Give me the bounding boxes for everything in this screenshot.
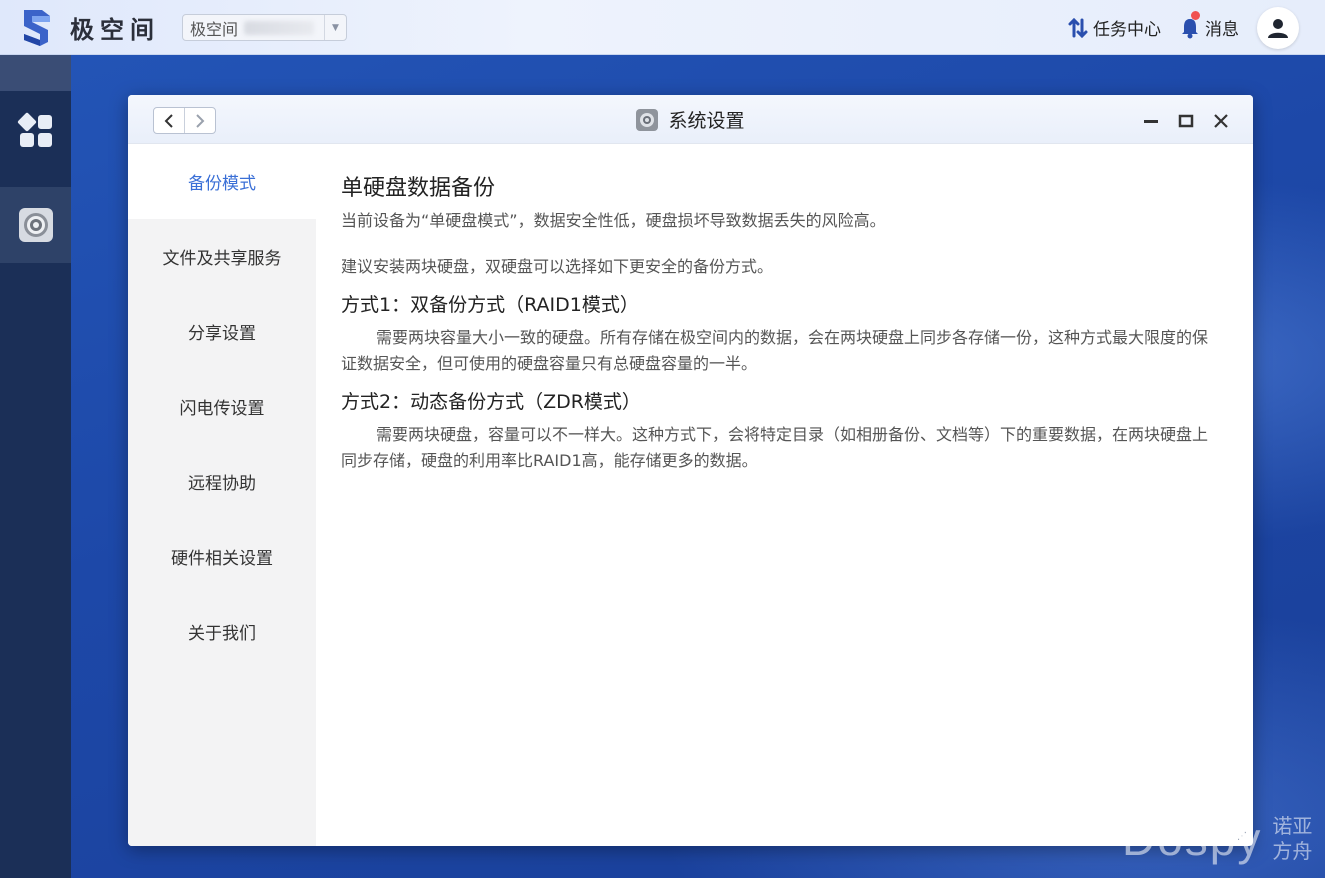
mode1-description: 需要两块容量大小一致的硬盘。所有存储在极空间内的数据，会在两块硬盘上同步各存储一… xyxy=(341,328,1209,373)
close-button[interactable] xyxy=(1209,109,1233,133)
sidebar-item-about[interactable]: 关于我们 xyxy=(128,594,316,669)
mode2-title: 方式2：动态备份方式（ZDR模式） xyxy=(341,391,641,413)
watermark-latin: Dospy xyxy=(1122,813,1263,865)
user-icon xyxy=(1268,18,1288,38)
brand-name: 极空间 xyxy=(70,16,160,44)
chevron-right-icon xyxy=(196,113,205,128)
window-header: 系统设置 xyxy=(128,95,1253,144)
sidebar-item-lightning-transfer[interactable]: 闪电传设置 xyxy=(128,369,316,444)
avatar[interactable] xyxy=(1257,6,1299,49)
transfer-arrows-icon xyxy=(1068,17,1088,38)
topbar-actions: 任务中心 消息 xyxy=(1067,0,1299,55)
device-name: 极空间 xyxy=(190,19,239,39)
watermark: Dospy 诺亚 方舟 xyxy=(1122,812,1312,866)
settings-gear-icon xyxy=(18,208,53,242)
suggestion-text: 建议安装两块硬盘，双硬盘可以选择如下更安全的备份方式。 xyxy=(341,257,774,276)
top-bar: 极空间 极空间 ▼ 任务中心 消息 xyxy=(0,0,1325,55)
history-nav xyxy=(153,107,216,134)
sidebar-item-backup-mode[interactable]: 备份模式 xyxy=(128,144,316,219)
mode2-description: 需要两块硬盘，容量可以不一样大。这种方式下，会将特定目录（如相册备份、文档等）下… xyxy=(341,425,1209,470)
chevron-left-icon xyxy=(164,113,173,128)
system-settings-dock-button[interactable] xyxy=(0,187,71,263)
settings-content: 单硬盘数据备份 当前设备为“单硬盘模式”，数据安全性低，硬盘损坏导致数据丢失的风… xyxy=(316,144,1253,846)
dock-header xyxy=(0,55,71,91)
task-center-button[interactable]: 任务中心 xyxy=(1067,15,1161,40)
forward-button[interactable] xyxy=(184,108,215,133)
brand-logo-icon xyxy=(24,10,50,46)
messages-button[interactable]: 消息 xyxy=(1179,11,1239,40)
sidebar-item-hardware[interactable]: 硬件相关设置 xyxy=(128,519,316,594)
back-button[interactable] xyxy=(154,108,184,133)
chevron-down-icon[interactable]: ▼ xyxy=(324,15,346,40)
watermark-cn: 诺亚 方舟 xyxy=(1272,814,1312,864)
minimize-button[interactable] xyxy=(1139,109,1163,133)
device-name-redacted xyxy=(244,20,315,35)
app-dock xyxy=(0,55,71,878)
task-center-label: 任务中心 xyxy=(1093,20,1161,40)
app-grid-icon xyxy=(17,112,52,147)
window-controls xyxy=(1128,109,1233,133)
notification-badge xyxy=(1191,11,1200,20)
page-title: 单硬盘数据备份 xyxy=(341,176,496,201)
sidebar-item-share-settings[interactable]: 分享设置 xyxy=(128,294,316,369)
app-grid-button[interactable] xyxy=(0,93,71,169)
close-icon xyxy=(1214,114,1228,128)
window-title: 系统设置 xyxy=(668,110,745,132)
system-settings-window: 系统设置 备份模式 文件及共享服务 分享设置 闪电传设置 远程协助 硬件相关设置… xyxy=(128,95,1253,846)
sidebar-item-file-sharing[interactable]: 文件及共享服务 xyxy=(128,219,316,294)
mode1-title: 方式1：双备份方式（RAID1模式） xyxy=(341,294,639,316)
messages-label: 消息 xyxy=(1205,20,1239,40)
settings-app-icon xyxy=(636,108,659,131)
device-select[interactable]: 极空间 ▼ xyxy=(182,14,347,41)
intro-text: 当前设备为“单硬盘模式”，数据安全性低，硬盘损坏导致数据丢失的风险高。 xyxy=(341,211,886,230)
maximize-button[interactable] xyxy=(1174,109,1198,133)
window-title-bar: 系统设置 xyxy=(128,95,1253,144)
maximize-icon xyxy=(1178,114,1194,128)
settings-sidebar: 备份模式 文件及共享服务 分享设置 闪电传设置 远程协助 硬件相关设置 关于我们 xyxy=(128,144,316,846)
sidebar-item-remote-assist[interactable]: 远程协助 xyxy=(128,444,316,519)
bell-icon xyxy=(1182,18,1198,38)
watermark-cn-line2: 方舟 xyxy=(1272,839,1313,863)
minimize-icon xyxy=(1144,120,1158,123)
watermark-cn-line1: 诺亚 xyxy=(1272,814,1313,838)
